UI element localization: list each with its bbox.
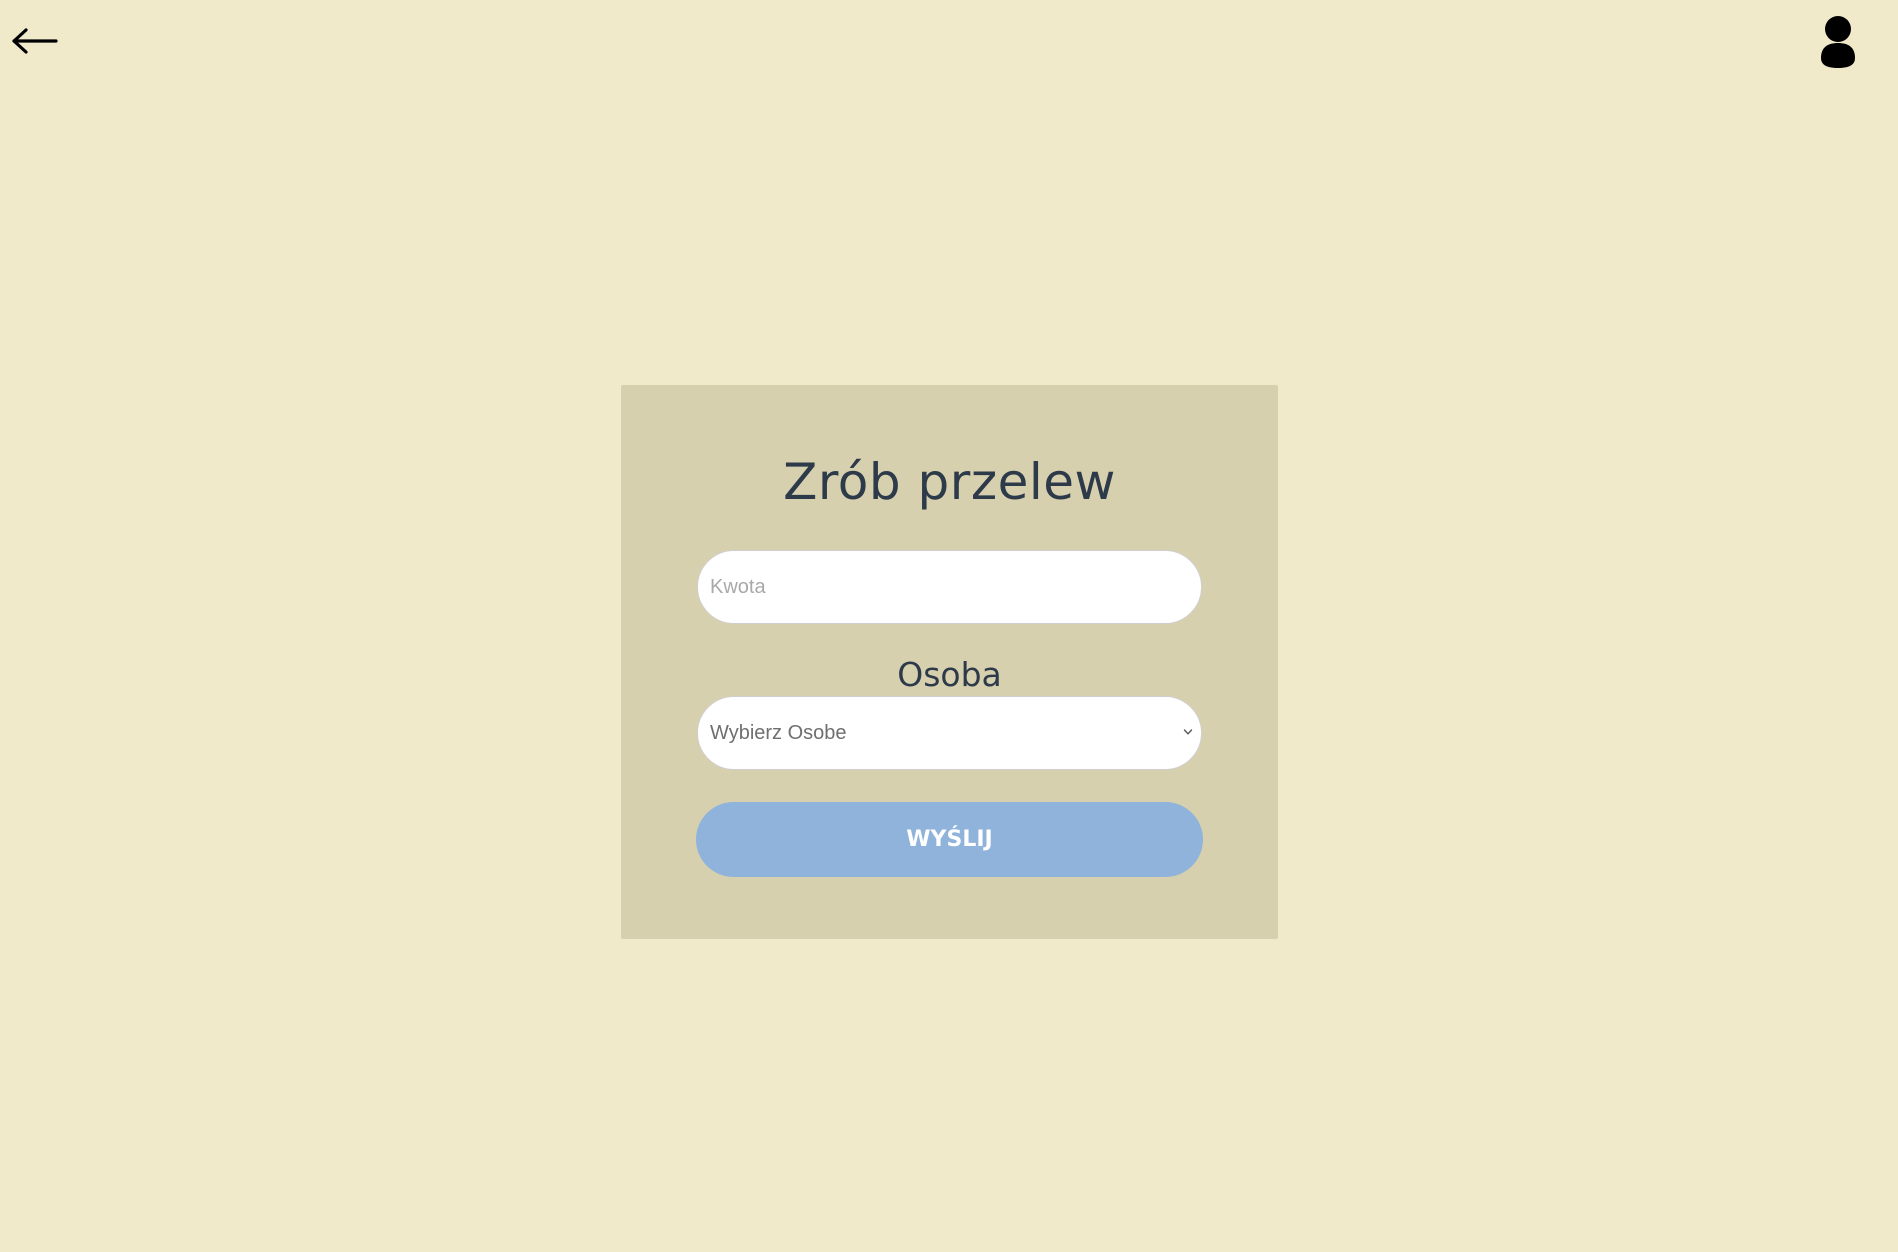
back-button[interactable] — [10, 22, 60, 62]
person-label: Osoba — [897, 655, 1002, 694]
chevron-down-icon — [1183, 729, 1193, 735]
transfer-form-card: Zrób przelew Osoba Wybierz Osobe WYŚLIJ — [621, 385, 1278, 939]
user-profile-button[interactable] — [1818, 14, 1858, 70]
page-title: Zrób przelew — [783, 453, 1116, 511]
person-select[interactable]: Wybierz Osobe — [697, 696, 1202, 770]
amount-input[interactable] — [697, 550, 1202, 624]
person-select-value: Wybierz Osobe — [710, 722, 847, 744]
user-icon — [1821, 16, 1855, 68]
arrow-left-icon — [12, 28, 58, 54]
submit-button[interactable]: WYŚLIJ — [696, 802, 1203, 877]
